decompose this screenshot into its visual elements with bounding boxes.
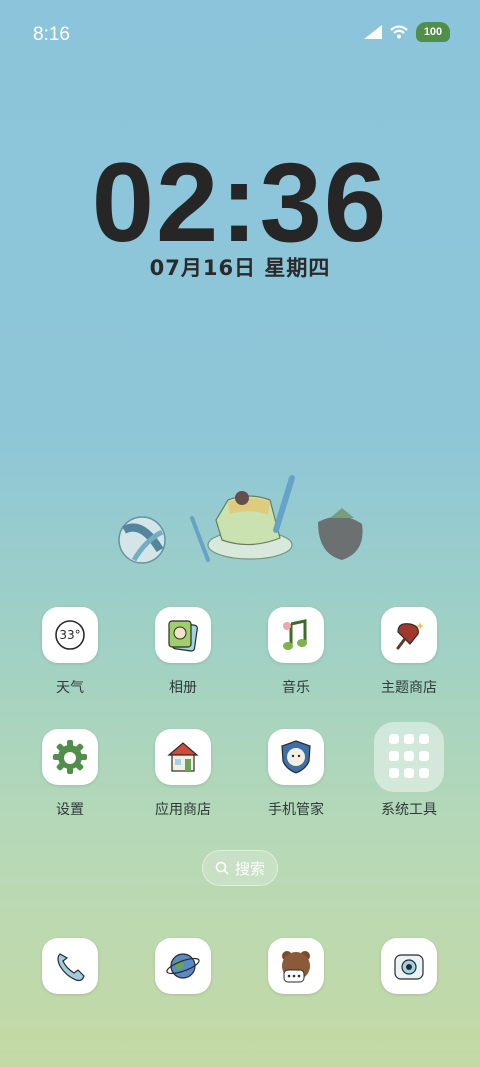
dock-messages[interactable]	[241, 938, 351, 994]
app-settings[interactable]: 设置	[15, 729, 125, 819]
search-label: 搜索	[234, 859, 265, 878]
lock-clock: 02:36	[91, 140, 389, 265]
music-icon	[268, 607, 324, 663]
folder-mini-app-icon	[389, 734, 399, 744]
app-label: 相册	[169, 680, 197, 696]
app-gallery[interactable]: 相册	[128, 607, 238, 697]
app-label: 天气	[56, 680, 84, 696]
lock-date: 07月16日 星期四	[149, 256, 331, 280]
browser-planet-icon	[155, 938, 211, 994]
app-label: 设置	[56, 802, 84, 818]
folder-mini-app-icon	[389, 768, 399, 778]
search-icon	[215, 861, 229, 875]
app-store-icon	[155, 729, 211, 785]
app-label: 主题商店	[381, 680, 437, 696]
wifi-icon	[390, 25, 408, 39]
dock-browser[interactable]	[128, 938, 238, 994]
pudding-plate-icon	[190, 475, 295, 562]
status-bar: 8:16 100	[0, 0, 480, 68]
app-phone-manager[interactable]: 手机管家	[241, 729, 351, 819]
dock-phone[interactable]	[15, 938, 125, 994]
weather-icon: 33°	[42, 607, 98, 663]
app-music[interactable]: 音乐	[241, 607, 351, 697]
folder-mini-app-icon	[419, 751, 429, 761]
dock-camera[interactable]	[354, 938, 464, 994]
app-label: 音乐	[282, 680, 310, 696]
battery-indicator: 100	[416, 22, 450, 42]
camera-icon	[381, 938, 437, 994]
search-button[interactable]: 搜索	[202, 850, 278, 886]
settings-gear-icon	[42, 729, 98, 785]
folder-system-tools[interactable]: 系统工具	[354, 722, 464, 819]
gallery-icon	[155, 607, 211, 663]
app-weather[interactable]: 33° 天气	[15, 607, 125, 697]
folder-mini-app-icon	[419, 734, 429, 744]
folder-mini-app-icon	[404, 768, 414, 778]
app-label: 系统工具	[381, 802, 437, 818]
folder-mini-app-icon	[404, 734, 414, 744]
app-store[interactable]: 应用商店	[128, 729, 238, 819]
folder-mini-app-icon	[404, 751, 414, 761]
system-tools-folder-icon	[374, 722, 444, 792]
phone-icon	[42, 938, 98, 994]
status-icons: 100	[364, 22, 450, 42]
folder-mini-app-icon	[389, 751, 399, 761]
svg-text:33°: 33°	[59, 628, 80, 642]
strawberry-icon	[318, 508, 363, 560]
beach-ball-icon	[118, 516, 166, 564]
wallpaper-decoration	[118, 475, 363, 564]
status-time: 8:16	[33, 24, 70, 45]
phone-manager-icon	[268, 729, 324, 785]
app-label: 手机管家	[268, 802, 324, 818]
folder-mini-app-icon	[419, 768, 429, 778]
messages-bear-icon	[268, 938, 324, 994]
app-label: 应用商店	[155, 802, 211, 818]
theme-store-icon	[381, 607, 437, 663]
signal-icon	[364, 25, 382, 39]
app-theme-store[interactable]: 主题商店	[354, 607, 464, 697]
